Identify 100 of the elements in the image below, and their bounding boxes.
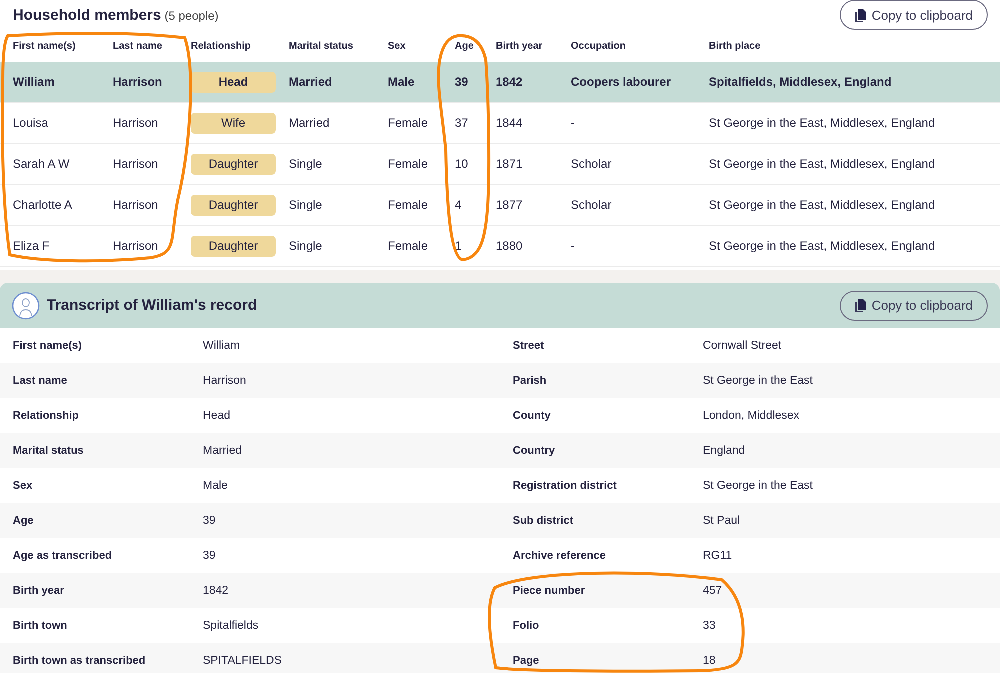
table-cell: Female [388, 157, 428, 171]
table-cell: Single [289, 198, 322, 212]
table-cell: 37 [455, 116, 468, 130]
table-cell: William [13, 75, 55, 89]
table-cell: Female [388, 116, 428, 130]
table-cell: Male [388, 75, 415, 89]
table-cell: Single [289, 239, 322, 253]
field-value: Spitalfields [202, 620, 260, 632]
field-label: Relationship [12, 410, 80, 422]
column-header: Age [454, 40, 475, 54]
field-label: Last name [12, 374, 68, 386]
table-cell: Female [388, 198, 428, 212]
table-cell: 1877 [496, 198, 523, 212]
field-label: Page [512, 654, 540, 666]
table-cell: Married [289, 75, 332, 89]
table-cell: Scholar [571, 157, 612, 171]
column-header: First name(s) [12, 40, 77, 54]
field-label: Street [512, 340, 546, 352]
table-cell: 1871 [496, 157, 523, 171]
field-label: Country [512, 444, 556, 456]
field-value: Male [202, 480, 229, 492]
field-value: St George in the East [702, 480, 814, 492]
table-cell: St George in the East, Middlesex, England [709, 239, 936, 253]
field-value: Head [202, 410, 232, 422]
table-cell: Eliza F [13, 239, 50, 253]
column-header: Marital status [288, 40, 354, 54]
column-header: Sex [387, 40, 407, 54]
relationship-tag: Daughter [191, 236, 276, 256]
table-cell: Scholar [571, 198, 612, 212]
field-label: Birth town as transcribed [12, 654, 147, 666]
field-value: St George in the East [702, 374, 814, 386]
table-cell: 1 [455, 239, 462, 253]
table-cell: Harrison [113, 75, 162, 89]
table-cell: Single [289, 157, 322, 171]
column-header: Relationship [190, 40, 252, 54]
section-title: Household members [13, 6, 162, 24]
table-cell: Louisa [13, 116, 48, 130]
field-value: William [202, 340, 242, 352]
member-count: (5 people) [164, 8, 219, 22]
field-label: Birth town [12, 620, 68, 632]
field-label: Registration district [512, 480, 618, 492]
field-value: SPITALFIELDS [202, 654, 284, 666]
field-value: 39 [202, 514, 217, 526]
table-cell: St George in the East, Middlesex, England [709, 198, 936, 212]
table-cell: Harrison [113, 239, 158, 253]
column-header: Occupation [570, 40, 628, 54]
table-cell: 1844 [496, 116, 523, 130]
table-cell: Female [388, 239, 428, 253]
field-label: Piece number [512, 584, 586, 596]
person-icon [12, 292, 40, 320]
field-label: Sub district [512, 514, 575, 526]
table-cell: St George in the East, Middlesex, England [709, 157, 936, 171]
field-value: 457 [702, 584, 724, 596]
field-label: County [512, 410, 552, 422]
field-label: Age as transcribed [12, 550, 114, 562]
table-cell: Charlotte A [13, 198, 72, 212]
field-value: 18 [702, 654, 717, 666]
table-cell: St George in the East, Middlesex, England [709, 116, 936, 130]
relationship-tag: Daughter [191, 154, 276, 174]
field-value: England [702, 444, 746, 456]
table-cell: 1880 [496, 239, 523, 253]
table-cell: 39 [455, 75, 468, 89]
field-label: Folio [512, 620, 540, 632]
field-label: Sex [12, 480, 34, 492]
relationship-tag: Head [191, 72, 276, 92]
field-value: Married [202, 444, 243, 456]
copy-button[interactable]: Copy to clipboard [840, 290, 988, 320]
column-header: Birth place [708, 40, 762, 54]
table-cell: 10 [455, 157, 468, 171]
field-value: 33 [702, 620, 717, 632]
field-value: 39 [202, 550, 217, 562]
table-cell: Harrison [113, 116, 158, 130]
field-label: First name(s) [12, 340, 84, 352]
field-value: St Paul [702, 514, 742, 526]
table-cell: 1842 [496, 75, 523, 89]
field-value: London, Middlesex [702, 410, 801, 422]
field-label: Marital status [12, 444, 85, 456]
copy-icon [854, 299, 866, 312]
relationship-tag: Wife [191, 112, 276, 134]
relationship-tag: Daughter [191, 194, 276, 216]
column-header: Birth year [495, 40, 544, 54]
table-cell: Coopers labourer [571, 75, 672, 89]
table-cell: - [571, 116, 575, 130]
table-cell: Married [289, 116, 330, 130]
field-label: Birth year [12, 584, 66, 596]
table-cell: Spitalfields, Middlesex, England [709, 75, 892, 89]
field-value: RG11 [702, 550, 734, 562]
field-value: Cornwall Street [702, 340, 783, 352]
column-header: Last name [112, 40, 164, 54]
table-cell: Harrison [113, 198, 158, 212]
table-cell: Harrison [113, 157, 158, 171]
field-value: Harrison [202, 374, 248, 386]
table-cell: Sarah A W [13, 157, 70, 171]
table-cell: - [571, 239, 575, 253]
copy-button[interactable]: Copy to clipboard [840, 0, 988, 30]
field-label: Archive reference [512, 550, 607, 562]
copy-icon [854, 8, 866, 22]
table-cell: 4 [455, 198, 462, 212]
field-value: 1842 [202, 584, 230, 596]
field-label: Parish [512, 374, 548, 386]
